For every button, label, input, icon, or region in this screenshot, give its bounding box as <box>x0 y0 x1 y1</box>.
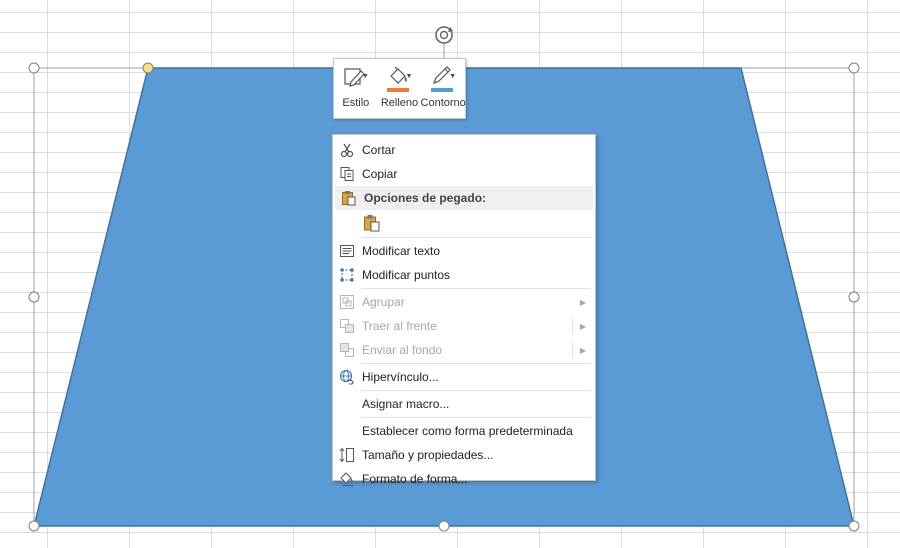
menu-item-format-shape[interactable]: Formato de forma... <box>333 467 595 491</box>
menu-item-label: Tamaño y propiedades... <box>362 448 494 462</box>
resize-handle-right[interactable] <box>848 291 860 303</box>
shape-style-icon: ▼ <box>341 65 371 89</box>
menu-separator <box>361 363 591 364</box>
format-shape-icon <box>333 471 361 487</box>
bring-to-front-icon <box>333 318 361 334</box>
outline-label: Contorno <box>420 97 466 109</box>
resize-handle-top-right[interactable] <box>848 62 860 74</box>
clipboard-icon <box>335 190 363 206</box>
menu-item-size-properties[interactable]: Tamaño y propiedades... <box>333 443 595 467</box>
paste-icon[interactable] <box>363 214 381 232</box>
split-divider <box>572 342 573 358</box>
pen-icon: ▼ <box>428 65 458 92</box>
outline-color-bar <box>431 88 454 92</box>
menu-item-label: Establecer como forma predeterminada <box>362 424 573 438</box>
send-to-back-icon <box>333 342 361 358</box>
menu-item-send-to-back[interactable]: Enviar al fondo ▶ <box>333 338 595 362</box>
menu-separator <box>361 237 591 238</box>
menu-item-label: Agrupar <box>362 295 405 309</box>
menu-item-edit-text[interactable]: Modificar texto <box>333 239 595 263</box>
context-menu: Cortar Copiar Opciones de pegado: Modifi… <box>332 134 596 487</box>
menu-separator <box>361 288 591 289</box>
fill-button[interactable]: ▼ Relleno <box>378 65 420 109</box>
menu-item-copy[interactable]: Copiar <box>333 162 595 186</box>
copy-icon <box>333 166 361 182</box>
menu-item-label: Modificar texto <box>362 244 441 258</box>
outline-button[interactable]: ▼ Contorno <box>420 65 466 109</box>
resize-handle-bottom-right[interactable] <box>848 520 860 532</box>
group-icon <box>333 294 361 310</box>
style-label: Estilo <box>342 97 370 109</box>
menu-item-cut[interactable]: Cortar <box>333 138 595 162</box>
resize-handle-left[interactable] <box>28 291 40 303</box>
fill-label: Relleno <box>380 97 419 109</box>
menu-item-label: Traer al frente <box>362 319 437 333</box>
menu-item-group[interactable]: Agrupar ▶ <box>333 290 595 314</box>
submenu-arrow-icon: ▶ <box>579 345 586 355</box>
menu-item-edit-points[interactable]: Modificar puntos <box>333 263 595 287</box>
rotate-handle-icon[interactable] <box>435 26 453 44</box>
paint-bucket-icon: ▼ <box>384 65 414 92</box>
menu-item-label: Enviar al fondo <box>362 343 443 357</box>
menu-item-label: Modificar puntos <box>362 268 451 282</box>
resize-handle-bottom-left[interactable] <box>28 520 40 532</box>
style-button[interactable]: ▼ Estilo <box>335 65 377 109</box>
resize-handle-bottom[interactable] <box>438 520 450 532</box>
menu-item-set-default-shape[interactable]: Establecer como forma predeterminada <box>333 419 595 443</box>
hyperlink-globe-icon <box>333 369 361 385</box>
menu-item-bring-to-front[interactable]: Traer al frente ▶ <box>333 314 595 338</box>
paste-options-label: Opciones de pegado: <box>364 191 487 205</box>
menu-item-label: Hipervínculo... <box>362 370 439 384</box>
submenu-arrow-icon: ▶ <box>579 297 586 307</box>
paste-options-row <box>333 210 595 236</box>
scissors-icon <box>333 142 361 158</box>
paste-options-header: Opciones de pegado: <box>335 186 593 210</box>
text-box-icon <box>333 243 361 259</box>
menu-item-label: Asignar macro... <box>362 397 450 411</box>
menu-separator <box>361 390 591 391</box>
menu-item-hyperlink[interactable]: Hipervínculo... <box>333 365 595 389</box>
adjust-handle[interactable] <box>142 62 154 74</box>
mini-toolbar: ▼ Estilo ▼ Relleno ▼ Contorno <box>333 58 466 119</box>
edit-points-icon <box>333 267 361 283</box>
split-divider <box>572 318 573 334</box>
fill-color-bar <box>387 88 410 92</box>
menu-separator <box>361 417 591 418</box>
menu-item-label: Copiar <box>362 167 398 181</box>
size-properties-icon <box>333 447 361 463</box>
menu-item-label: Formato de forma... <box>362 472 468 486</box>
submenu-arrow-icon: ▶ <box>579 321 586 331</box>
resize-handle-top-left[interactable] <box>28 62 40 74</box>
menu-item-assign-macro[interactable]: Asignar macro... <box>333 392 595 416</box>
menu-item-label: Cortar <box>362 143 396 157</box>
